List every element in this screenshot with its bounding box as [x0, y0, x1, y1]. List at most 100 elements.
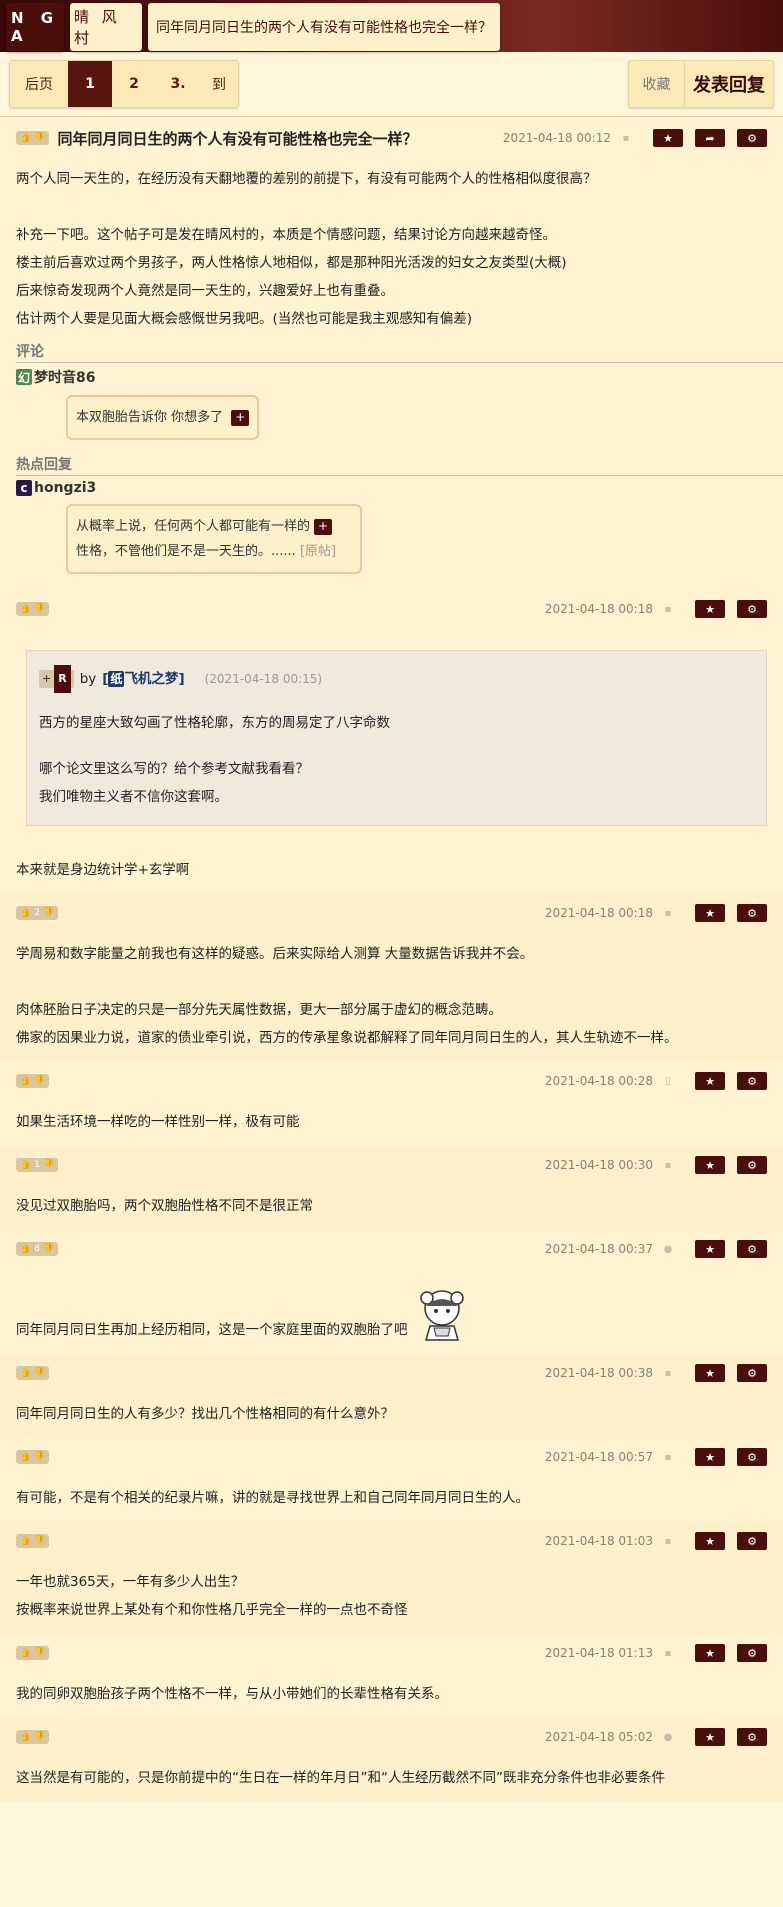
like-dislike-buttons[interactable]: 👍 👎 [16, 131, 50, 145]
page-1-button[interactable]: 1 [68, 61, 112, 107]
post-body: 两个人同一天生的，在经历没有天翻地覆的差别的前提下，有没有可能两个人的性格相似度… [16, 165, 767, 333]
quote-block: + R by [纸飞机之梦] (2021-04-18 00:15) 西方的星座大致… [26, 650, 767, 826]
settings-button[interactable]: ⚙ [737, 1532, 767, 1550]
like-dislike-buttons[interactable]: 👍 1 👎 [16, 1158, 59, 1172]
settings-button[interactable]: ⚙ [737, 1448, 767, 1466]
android-icon: ▪ [664, 1647, 672, 1659]
comment-user[interactable]: 幻 梦时音86 [16, 367, 767, 387]
star-button[interactable]: ★ [695, 1448, 725, 1466]
settings-button[interactable]: ⚙ [737, 904, 767, 922]
thumbs-down-icon[interactable]: 👎 [34, 602, 45, 616]
share-button[interactable]: ➦ [695, 129, 725, 147]
thumbs-down-icon[interactable]: 👎 [34, 1534, 45, 1548]
thumbs-down-icon[interactable]: 👎 [43, 1242, 54, 1256]
thumbs-up-icon[interactable]: 👍 [20, 1730, 31, 1744]
hot-reply-user[interactable]: c hongzi3 [16, 480, 767, 496]
like-dislike-buttons[interactable]: 👍 👎 [16, 602, 50, 616]
pager-row: 后页 1 2 3. 到 收藏 发表回复 [0, 52, 783, 116]
settings-button[interactable]: ⚙ [737, 1156, 767, 1174]
reply-post: 👍 8 👎 2021-04-18 00:37 ● ★ ⚙ 同年同月同日生再加上经历相… [0, 1230, 783, 1354]
thumbs-up-icon[interactable]: 👍 [20, 1366, 31, 1380]
username[interactable]: hongzi3 [34, 480, 96, 496]
star-button[interactable]: ★ [653, 129, 683, 147]
reply-post: 👍 2 👎 2021-04-18 00:18 ▪ ★ ⚙ 学周易和数字能量之前我也有… [0, 894, 783, 1062]
like-dislike-buttons[interactable]: 👍 👎 [16, 1534, 50, 1548]
thumbs-down-icon[interactable]: 👎 [34, 131, 45, 145]
goto-page-button[interactable]: 到 [200, 61, 238, 107]
post-line: 楼主前后喜欢过两个男孩子，两人性格惊人地相似，都是那种阳光活泼的妇女之友类型(大… [16, 255, 567, 271]
favorite-button[interactable]: 收藏 [629, 61, 685, 107]
like-dislike-buttons[interactable]: 👍 👎 [16, 1074, 50, 1088]
reply-post: 👍 👎 2021-04-18 01:13 ▪ ★ ⚙ 我的同卵双胞胎孩子两个性格不… [0, 1634, 783, 1718]
post-title: 同年同月同日生的两个人有没有可能性格也完全一样？ [57, 129, 418, 148]
quote-header: + R by [纸飞机之梦] (2021-04-18 00:15) [39, 665, 754, 693]
thumbs-up-icon[interactable]: 👍 [20, 906, 31, 920]
forum-breadcrumb[interactable]: 晴 风 村 [70, 3, 142, 51]
like-dislike-buttons[interactable]: 👍 👎 [16, 1646, 50, 1660]
thumbs-down-icon[interactable]: 👎 [34, 1730, 45, 1744]
thumbs-down-icon[interactable]: 👎 [34, 1450, 45, 1464]
page-3-button[interactable]: 3. [156, 61, 200, 107]
post-header: 👍 👎 2021-04-18 01:03 ▪ ★ ⚙ [16, 1530, 767, 1552]
thumbs-down-icon[interactable]: 👎 [34, 1366, 45, 1380]
username[interactable]: 梦时音86 [34, 367, 95, 387]
post-time: 2021-04-18 00:30 [544, 1158, 653, 1172]
thumbs-up-icon[interactable]: 👍 [20, 1158, 31, 1172]
post-body: 我的同卵双胞胎孩子两个性格不一样，与从小带她们的长辈性格有关系。 [16, 1680, 767, 1708]
expand-plus-button[interactable]: + [314, 518, 333, 535]
like-dislike-buttons[interactable]: 👍 👎 [16, 1366, 50, 1380]
thumbs-up-icon[interactable]: 👍 [20, 1242, 31, 1256]
expand-plus-button[interactable]: + [231, 409, 250, 426]
star-button[interactable]: ★ [695, 904, 725, 922]
post-reply-button[interactable]: 发表回复 [685, 61, 773, 107]
star-button[interactable]: ★ [695, 1156, 725, 1174]
star-button[interactable]: ★ [695, 1364, 725, 1382]
nga-logo[interactable]: N G A [6, 3, 64, 51]
thumbs-up-icon[interactable]: 👍 [20, 602, 31, 616]
post-line: 肉体胚胎日子决定的只是一部分先天属性数据，更大一部分属于虚幻的概念范畴。 [16, 1002, 502, 1018]
post-time: 2021-04-18 00:37 [544, 1242, 653, 1256]
thread-title-breadcrumb[interactable]: 同年同月同日生的两个人有没有可能性格也完全一样？ [148, 3, 500, 51]
thumbs-up-icon[interactable]: 👍 [20, 1534, 31, 1548]
settings-button[interactable]: ⚙ [737, 600, 767, 618]
post-body: 如果生活环境一样吃的一样性别一样，极有可能 [16, 1108, 767, 1136]
like-dislike-buttons[interactable]: 👍 2 👎 [16, 906, 59, 920]
settings-button[interactable]: ⚙ [737, 1728, 767, 1746]
thumbs-down-icon[interactable]: 👎 [34, 1074, 45, 1088]
star-button[interactable]: ★ [695, 600, 725, 618]
settings-button[interactable]: ⚙ [737, 129, 767, 147]
star-button[interactable]: ★ [695, 1240, 725, 1258]
thumbs-up-icon[interactable]: 👍 [20, 131, 31, 145]
android-icon: ▪ [664, 1159, 672, 1171]
hot-reply-bubble: 从概率上说，任何两个人都可能有一样的 + 性格，不管他们是不是一天生的。.....… [66, 504, 362, 574]
thumbs-up-icon[interactable]: 👍 [20, 1074, 31, 1088]
thumbs-up-icon[interactable]: 👍 [20, 1450, 31, 1464]
quoted-user[interactable]: [纸飞机之梦] [102, 665, 185, 693]
post-line: 后来惊奇发现两个人竟然是同一天生的，兴趣爱好上也有重叠。 [16, 283, 394, 299]
settings-button[interactable]: ⚙ [737, 1240, 767, 1258]
thumbs-up-icon[interactable]: 👍 [20, 1646, 31, 1660]
star-button[interactable]: ★ [695, 1532, 725, 1550]
thumbs-down-icon[interactable]: 👎 [34, 1646, 45, 1660]
settings-button[interactable]: ⚙ [737, 1364, 767, 1382]
thumbs-down-icon[interactable]: 👎 [43, 1158, 54, 1172]
like-dislike-buttons[interactable]: 👍 👎 [16, 1730, 50, 1744]
quote-badge[interactable]: + R [39, 665, 74, 693]
android-icon: ▪ [664, 1367, 672, 1379]
thumbs-down-icon[interactable]: 👎 [43, 906, 54, 920]
post-header: 👍 8 👎 2021-04-18 00:37 ● ★ ⚙ [16, 1238, 767, 1260]
reply-post: 👍 1 👎 2021-04-18 00:30 ▪ ★ ⚙ 没见过双胞胎吗，两个双胞胎… [0, 1146, 783, 1230]
star-button[interactable]: ★ [695, 1728, 725, 1746]
star-button[interactable]: ★ [695, 1072, 725, 1090]
post-line: 一年也就365天，一年有多少人出生？ [16, 1574, 245, 1590]
settings-button[interactable]: ⚙ [737, 1644, 767, 1662]
like-count: 1 [34, 1160, 40, 1170]
settings-button[interactable]: ⚙ [737, 1072, 767, 1090]
star-button[interactable]: ★ [695, 1644, 725, 1662]
like-dislike-buttons[interactable]: 👍 8 👎 [16, 1242, 59, 1256]
like-dislike-buttons[interactable]: 👍 👎 [16, 1450, 50, 1464]
quote-body: 西方的星座大致勾画了性格轮廓，东方的周易定了八字命数 哪个论文里这么写的？给个参… [39, 709, 754, 811]
prev-page-button[interactable]: 后页 [10, 61, 68, 107]
page-2-button[interactable]: 2 [112, 61, 156, 107]
original-post-link[interactable]: [原帖] [300, 544, 336, 559]
